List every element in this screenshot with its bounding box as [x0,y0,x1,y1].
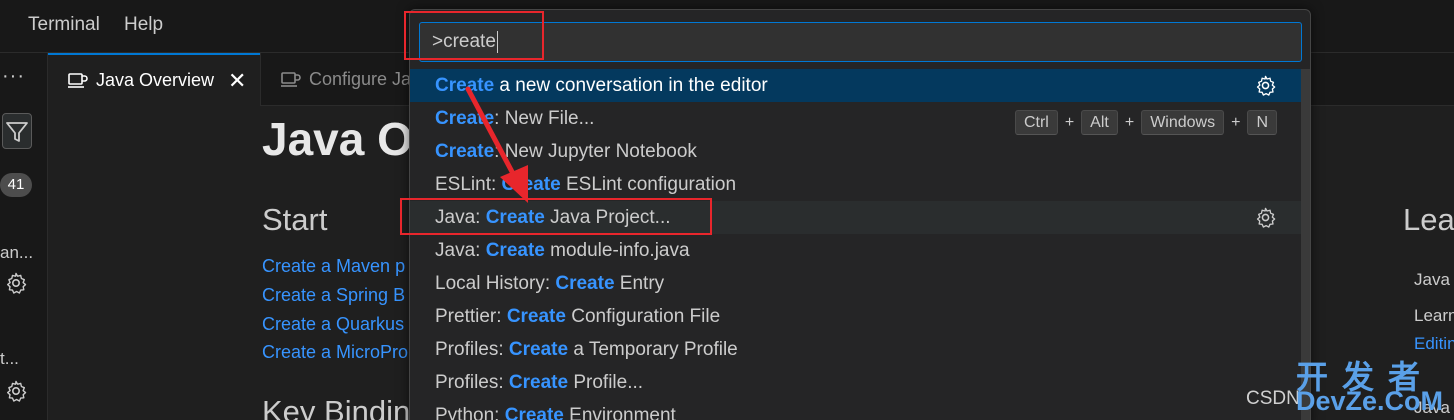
command-prefix: Java: [435,240,486,261]
key-cap: Ctrl [1014,110,1058,135]
command-prefix: Prettier: [435,306,507,327]
command-item[interactable]: Create a new conversation in the editor [410,69,1303,102]
command-suffix: module-info.java [544,240,690,261]
command-item[interactable]: Local History: Create Entry [410,267,1303,300]
annotation-arrow-icon [465,86,528,203]
command-item[interactable]: Profiles: Create a Temporary Profile [410,333,1303,366]
gear-icon[interactable] [4,379,28,403]
sidebar-item-label[interactable]: an... [0,243,33,263]
learn-item[interactable]: Learn [1414,306,1454,326]
command-item[interactable]: Create: New File... Ctrl + Alt + Windows… [410,102,1303,135]
command-prefix: Local History: [435,273,556,294]
command-suffix: ESLint configuration [560,174,737,195]
learn-item[interactable]: Editin [1414,334,1454,354]
command-prefix: Profiles: [435,372,509,393]
key-cap: Alt [1081,110,1118,135]
count-badge: 41 [0,173,32,197]
gear-icon[interactable] [1254,74,1277,97]
match-highlight: Create [555,273,615,294]
watermark-en: DevZe.CoM [1296,386,1444,416]
command-suffix: a Temporary Profile [568,339,738,360]
key-bindings-heading: Key Bindin [262,394,411,420]
key-cap: N [1247,110,1277,135]
match-highlight: Create [508,372,569,393]
menu-help[interactable]: Help [124,14,163,36]
command-suffix: Configuration File [565,306,721,327]
start-heading: Start [262,202,328,237]
link-create-maven[interactable]: Create a Maven p [262,256,405,277]
link-create-quarkus[interactable]: Create a Quarkus [262,314,404,335]
tab-java-overview[interactable]: Java Overview ✕ [48,53,260,106]
command-item[interactable]: Prettier: Create Configuration File [410,300,1303,333]
match-highlight: Create [506,306,566,327]
learn-item[interactable]: Java [1414,270,1450,290]
command-item[interactable]: Create: New Jupyter Notebook [410,135,1303,168]
filter-button[interactable] [2,113,32,149]
command-item[interactable]: Java: Create module-info.java [410,234,1303,267]
tab-label: Java Overview [96,70,215,90]
link-create-spring[interactable]: Create a Spring B [262,285,405,306]
gear-icon[interactable] [4,271,28,295]
watermark: CSDN 开发者 DevZe.CoM [1246,352,1454,420]
preview-icon [68,72,88,88]
command-item[interactable]: ESLint: Create ESLint configuration [410,168,1303,201]
key-cap: Windows [1141,110,1225,135]
link-create-microprofile[interactable]: Create a MicroPro [262,342,408,363]
sidebar: ··· 41 an... t... [0,53,48,420]
preview-icon [281,71,301,87]
command-item[interactable]: Profiles: Create Profile... [410,366,1303,399]
watermark-csdn: CSDN [1246,388,1300,409]
sidebar-item-label[interactable]: t... [0,349,19,369]
filter-icon [6,122,28,142]
vscode-window: Terminal Help ··· 41 an... t... Java Ove… [0,0,1454,420]
command-prefix: Python: [435,405,505,420]
more-actions-icon[interactable]: ··· [2,65,25,88]
command-input[interactable]: >create [419,22,1302,62]
menu-terminal[interactable]: Terminal [28,14,100,36]
match-highlight: Create [485,240,545,261]
command-suffix: Profile... [568,372,644,393]
close-icon[interactable]: ✕ [228,68,246,94]
match-highlight: Create [508,339,569,360]
tab-label: Configure Ja [309,69,412,89]
command-prefix: Profiles: [435,339,509,360]
command-suffix: Entry [614,273,665,294]
match-highlight: Create [504,405,564,420]
annotation-box-java-project [400,198,712,235]
command-suffix: Environment [563,405,676,420]
command-item[interactable]: Python: Create Environment [410,399,1303,420]
annotation-box-input [404,11,544,60]
learn-heading: Lear [1403,202,1454,237]
gear-icon[interactable] [1254,206,1277,229]
